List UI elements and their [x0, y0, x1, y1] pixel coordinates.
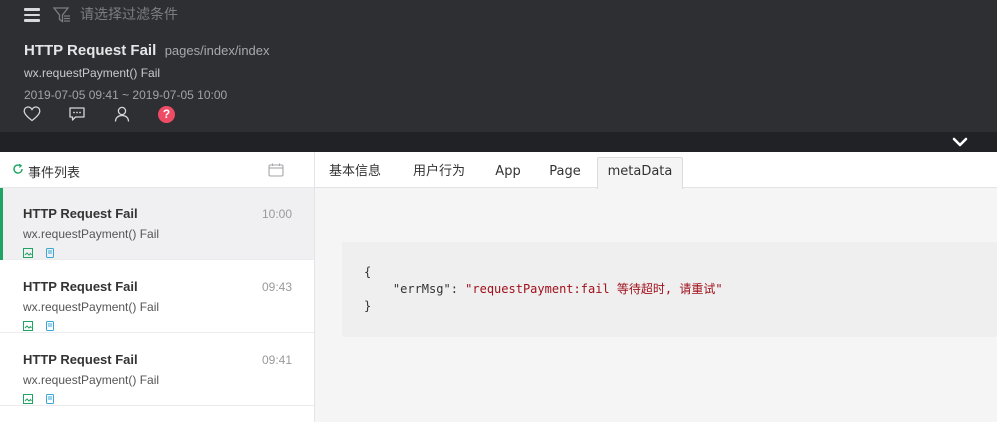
list-item-title: HTTP Request Fail — [23, 279, 138, 294]
header-bottom-bar — [0, 132, 997, 152]
list-item-subtitle: wx.requestPayment() Fail — [23, 227, 160, 241]
tab-user-behavior[interactable]: 用户行为 — [399, 160, 479, 188]
detail-tabs: 基本信息 用户行为 App Page metaData — [315, 152, 997, 189]
list-item-time: 09:43 — [261, 280, 292, 294]
event-subtitle: wx.requestPayment() Fail — [24, 66, 161, 80]
list-item[interactable]: HTTP Request Fail 09:41 wx.requestPaymen… — [0, 334, 314, 406]
filter-icon[interactable] — [52, 5, 72, 25]
list-item-title: HTTP Request Fail — [23, 206, 138, 221]
comment-icon[interactable] — [67, 104, 87, 124]
json-close-brace: } — [364, 299, 372, 313]
menu-icon[interactable] — [24, 8, 40, 22]
image-icon — [23, 394, 33, 404]
json-colon: : — [450, 282, 466, 296]
chevron-down-icon[interactable] — [951, 134, 969, 150]
filter-bar — [0, 0, 997, 30]
list-item-subtitle: wx.requestPayment() Fail — [23, 300, 160, 314]
filter-input[interactable] — [80, 5, 580, 25]
list-item-time: 09:41 — [261, 353, 292, 367]
help-badge[interactable]: ? — [158, 106, 175, 123]
event-list-header: 事件列表 — [0, 152, 314, 188]
json-open-brace: { — [364, 265, 372, 279]
list-item-time: 10:00 — [261, 207, 292, 221]
image-icon — [23, 321, 33, 331]
metadata-json: { "errMsg": "requestPayment:fail 等待超时, 请… — [364, 264, 723, 315]
image-icon — [23, 248, 33, 258]
event-list-title: 事件列表 — [28, 166, 81, 181]
device-icon — [46, 321, 54, 331]
list-item[interactable]: HTTP Request Fail 09:43 wx.requestPaymen… — [0, 261, 314, 333]
user-icon[interactable] — [112, 104, 132, 124]
tab-basic-info[interactable]: 基本信息 — [315, 160, 395, 188]
metadata-json-view: { "errMsg": "requestPayment:fail 等待超时, 请… — [342, 242, 997, 337]
event-detail-panel: 基本信息 用户行为 App Page metaData { "errMsg": … — [315, 152, 997, 422]
event-title-row: HTTP Request Fail pages/index/index — [24, 42, 270, 60]
list-item[interactable]: HTTP Request Fail 10:00 wx.requestPaymen… — [0, 188, 314, 260]
device-icon — [46, 248, 54, 258]
json-key: "errMsg" — [392, 282, 451, 296]
calendar-icon[interactable] — [268, 163, 284, 177]
event-list-panel: 事件列表 HTTP Request Fail 10:00 wx.requestP… — [0, 152, 315, 422]
heart-icon[interactable] — [22, 104, 42, 124]
event-time-range: 2019-07-05 09:41 ~ 2019-07-05 10:00 — [24, 88, 228, 102]
event-header: HTTP Request Fail pages/index/index wx.r… — [0, 0, 997, 152]
event-page-path: pages/index/index — [164, 43, 270, 58]
tab-metadata[interactable]: metaData — [597, 157, 683, 189]
event-title: HTTP Request Fail — [24, 42, 157, 59]
list-item-title: HTTP Request Fail — [23, 352, 138, 367]
refresh-icon[interactable] — [12, 163, 24, 175]
device-icon — [46, 394, 54, 404]
list-item-subtitle: wx.requestPayment() Fail — [23, 373, 160, 387]
tab-page[interactable]: Page — [537, 160, 593, 188]
tab-app[interactable]: App — [483, 160, 533, 188]
json-value: "requestPayment:fail 等待超时, 请重试" — [465, 282, 723, 296]
